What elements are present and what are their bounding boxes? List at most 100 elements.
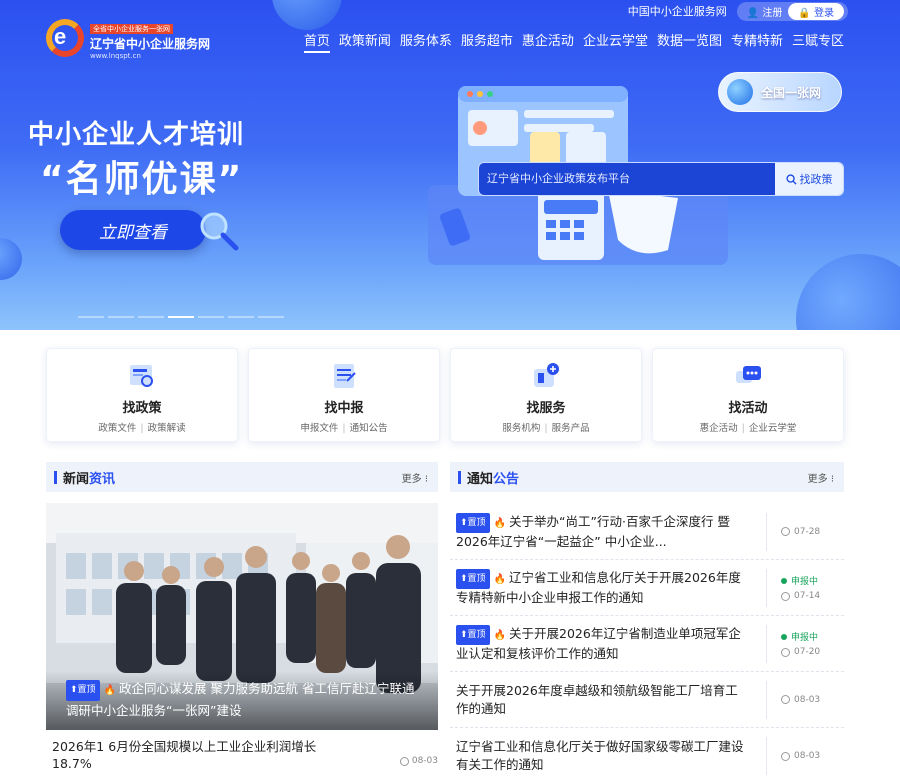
carousel-dot[interactable] (138, 316, 164, 318)
notice-item[interactable]: 辽宁省工业和信息化厅关于做好国家级零碳工厂建设有关工作的通知 08-03 (450, 728, 844, 776)
news-section-title: 新闻 资讯 (54, 468, 115, 487)
notice-date: 07-14 (781, 591, 844, 601)
nav-three-empower[interactable]: 三赋专区 (792, 30, 844, 53)
card-link-policy-interpret[interactable]: 政策解读 (148, 423, 186, 434)
news-more-link[interactable]: 更多 ⁝ (402, 470, 428, 485)
fire-icon: 🔥 (493, 629, 507, 641)
news-list-item[interactable]: 2026年1 6月份全国规模以上工业企业利润增长18.7% 08-03 (52, 738, 438, 772)
decor-bubble (272, 0, 342, 30)
notice-item[interactable]: ⬆置顶 🔥 关于开展2026年辽宁省制造业单项冠军企业认定和复核评价工作的通知 申报… (450, 616, 844, 672)
card-link-service-products[interactable]: 服务产品 (552, 423, 590, 434)
carousel-dot-active[interactable] (168, 316, 194, 318)
notice-date: 07-20 (781, 647, 844, 657)
card-find-policy[interactable]: 找政策 政策文件 | 政策解读 (46, 348, 238, 442)
notice-list: ⬆置顶 🔥 关于举办“尚工”行动·百家千企深度行 暨2026年辽宁省“一起益企” 中… (450, 504, 844, 776)
card-link-activities[interactable]: 惠企活动 (700, 423, 738, 434)
register-link[interactable]: 👤 注册 (747, 4, 783, 19)
clock-icon (781, 591, 790, 601)
card-link-policy-docs[interactable]: 政策文件 (98, 423, 136, 434)
featured-news-caption[interactable]: ⬆置顶 🔥 政企同心谋发展 聚力服务助远航 省工信厅赴辽宁联通调研中小企业服务“一张… (46, 671, 438, 730)
notice-title: 辽宁省工业和信息化厅关于做好国家级零碳工厂建设有关工作的通知 (456, 739, 744, 772)
notice-item[interactable]: ⬆置顶 🔥 关于举办“尚工”行动·百家千企深度行 暨2026年辽宁省“一起益企” 中… (450, 504, 844, 560)
clock-icon (781, 647, 790, 657)
hero-subtitle: “名师优课” (40, 159, 244, 200)
pinned-tag: ⬆置顶 (456, 568, 490, 589)
logo-slogan: 全省中小企业服务一张网 (90, 24, 173, 34)
pinned-tag: ⬆置顶 (456, 624, 490, 645)
policy-icon (130, 365, 153, 387)
nav-service-system[interactable]: 服务体系 (400, 30, 452, 53)
news-item-date: 08-03 (399, 750, 438, 772)
fire-icon: 🔥 (103, 685, 117, 696)
card-link-notices[interactable]: 通知公告 (350, 423, 388, 434)
hero-view-button[interactable]: 立即查看 (60, 210, 206, 250)
nationwide-network-button[interactable]: 全国一张网 (718, 72, 842, 112)
card-link-declare-docs[interactable]: 申报文件 (300, 423, 338, 434)
hero-banner: 中国中小企业服务网 👤 注册 🔒 登录 e 全省中小企业服务一张网 辽宁省中小企… (0, 0, 900, 330)
search-button-label: 找政策 (799, 173, 833, 186)
status-badge: 申报中 (781, 630, 844, 643)
logo-name: 辽宁省中小企业服务网 (90, 37, 211, 51)
pinned-tag: ⬆置顶 (456, 512, 490, 533)
activity-icon (736, 366, 761, 383)
notice-item[interactable]: ⬆置顶 🔥 辽宁省工业和信息化厅关于开展2026年度专精特新中小企业申报工作的通知 … (450, 560, 844, 616)
card-title: 找服务 (526, 401, 566, 416)
nav-policy-news[interactable]: 政策新闻 (339, 30, 391, 53)
login-button[interactable]: 🔒 登录 (788, 2, 844, 20)
notices-section-title: 通知 公告 (458, 468, 519, 487)
nav-activities[interactable]: 惠企活动 (522, 30, 574, 53)
notice-item[interactable]: 关于开展2026年度卓越级和领航级智能工厂培育工作的通知 08-03 (450, 672, 844, 728)
card-link-service-orgs[interactable]: 服务机构 (502, 423, 540, 434)
quick-entry-cards: 找政策 政策文件 | 政策解读 找中报 申报文件 | 通知公告 找服务 服务机构 | 服务产… (46, 348, 844, 442)
logo-url: www.lnqspt.cn (90, 52, 141, 60)
search-icon (785, 173, 797, 185)
notice-date: 07-28 (781, 527, 844, 537)
clock-icon (781, 751, 790, 761)
card-find-activity[interactable]: 找活动 惠企活动 | 企业云学堂 (652, 348, 844, 442)
pinned-tag: ⬆置顶 (66, 680, 100, 701)
news-header: 新闻 资讯 更多 ⁝ (46, 462, 438, 492)
clock-icon (781, 527, 790, 536)
site-name-link[interactable]: 中国中小企业服务网 (628, 3, 727, 19)
main-nav: 首页 政策新闻 服务体系 服务超市 惠企活动 企业云学堂 数据一览图 专精特新 … (303, 30, 844, 53)
fire-icon: 🔥 (493, 573, 507, 585)
card-title: 找活动 (728, 401, 768, 416)
carousel-indicators (78, 316, 284, 318)
logo-mark-icon: e (46, 19, 84, 57)
notices-header: 通知 公告 更多 ⁝ (450, 462, 844, 492)
fire-icon: 🔥 (493, 517, 507, 529)
service-icon (534, 363, 559, 387)
login-label: 登录 (814, 7, 834, 19)
notice-title: 关于开展2026年度卓越级和领航级智能工厂培育工作的通知 (456, 682, 738, 716)
nationwide-label: 全国一张网 (761, 85, 822, 100)
register-label: 注册 (762, 7, 783, 19)
featured-news-title: 政企同心谋发展 聚力服务助远航 省工信厅赴辽宁联通调研中小企业服务“一张网”建设 (66, 681, 415, 718)
nav-home[interactable]: 首页 (303, 30, 330, 53)
card-link-cloud-school[interactable]: 企业云学堂 (749, 423, 797, 434)
decor-bubble (796, 254, 900, 330)
nav-service-market[interactable]: 服务超市 (461, 30, 513, 53)
news-item-title: 2026年1 6月份全国规模以上工业企业利润增长18.7% (52, 739, 317, 771)
carousel-dot[interactable] (108, 316, 134, 318)
carousel-dot[interactable] (78, 316, 104, 318)
policy-search-input[interactable] (479, 163, 775, 195)
card-title: 找政策 (122, 401, 162, 416)
carousel-dot[interactable] (228, 316, 254, 318)
notices-more-link[interactable]: 更多 ⁝ (808, 470, 834, 485)
search-policy-button[interactable]: 找政策 (775, 163, 843, 195)
featured-news-image[interactable]: ⬆置顶 🔥 政企同心谋发展 聚力服务助远航 省工信厅赴辽宁联通调研中小企业服务“一张… (46, 503, 438, 730)
card-find-declare[interactable]: 找中报 申报文件 | 通知公告 (248, 348, 440, 442)
nav-cloud-school[interactable]: 企业云学堂 (583, 30, 648, 53)
policy-search: 找政策 (478, 162, 844, 196)
site-logo[interactable]: e 全省中小企业服务一张网 辽宁省中小企业服务网 www.lnqspt.cn (46, 16, 210, 60)
nav-data-overview[interactable]: 数据一览图 (657, 30, 722, 53)
carousel-dot[interactable] (198, 316, 224, 318)
carousel-dot[interactable] (258, 316, 284, 318)
auth-box: 👤 注册 🔒 登录 (736, 1, 848, 21)
notice-date: 08-03 (781, 751, 844, 761)
card-find-service[interactable]: 找服务 服务机构 | 服务产品 (450, 348, 642, 442)
top-bar: 中国中小企业服务网 👤 注册 🔒 登录 (628, 0, 848, 22)
status-badge: 申报中 (781, 574, 844, 587)
nav-specialized[interactable]: 专精特新 (731, 30, 783, 53)
clock-icon (399, 756, 409, 766)
